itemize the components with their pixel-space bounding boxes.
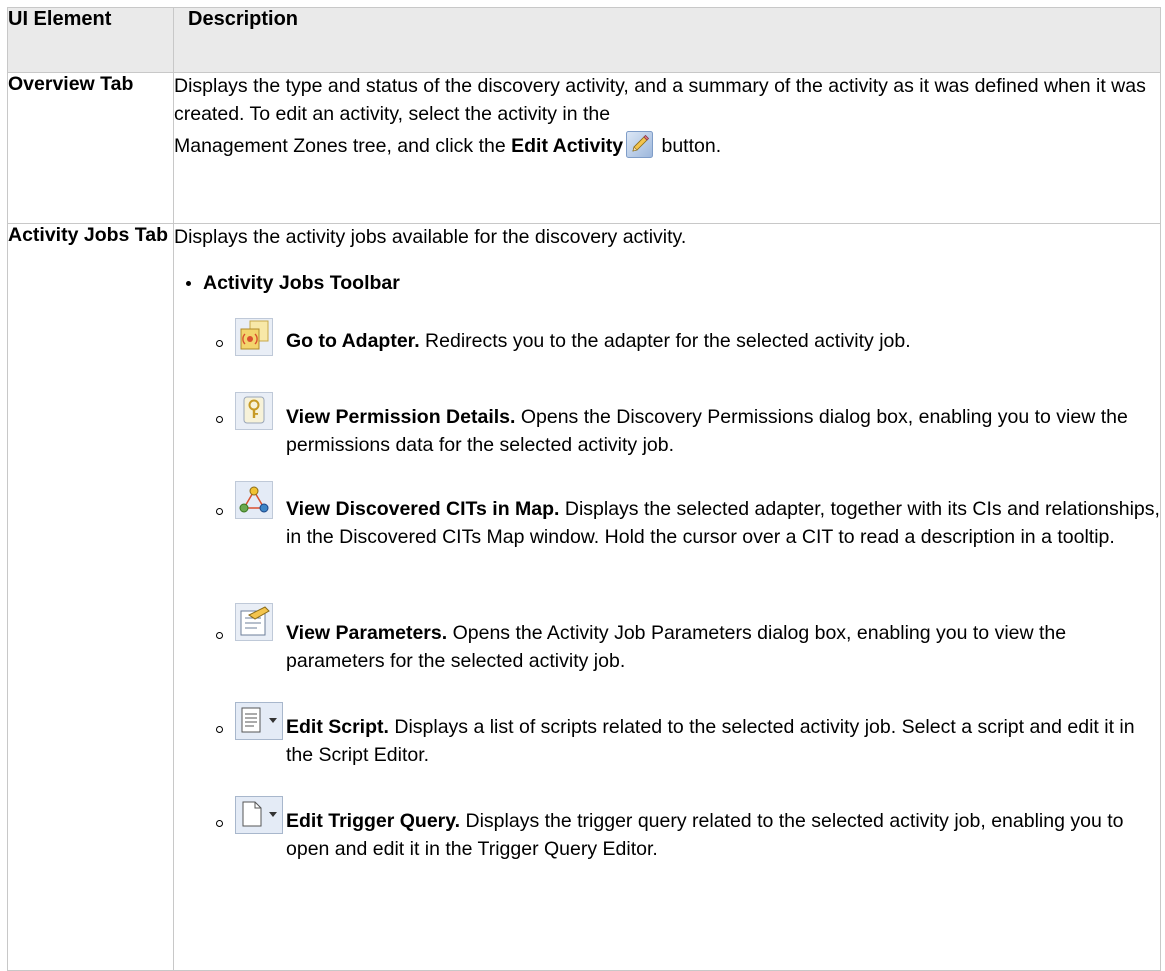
- description-part-1: Displays the type and status of the disc…: [174, 75, 1146, 125]
- view-parameters-icon: [235, 602, 273, 641]
- view-discovered-cits-title: View Discovered CITs in Map.: [286, 497, 560, 520]
- row-description: Displays the activity jobs available for…: [173, 223, 1161, 971]
- list-circle: [216, 631, 223, 639]
- description-text-2: Management Zones tree, and click the Edi…: [174, 131, 1160, 161]
- list-circle: [216, 819, 223, 827]
- pencil-icon: [626, 131, 654, 158]
- row-name-activity-jobs-tab: Activity Jobs Tab: [7, 223, 174, 971]
- header-description: Description: [173, 7, 1161, 73]
- go-to-adapter-title: Go to Adapter.: [286, 329, 420, 352]
- list-circle: [216, 507, 223, 515]
- view-permission-details-title: View Permission Details.: [286, 405, 516, 428]
- edit-script-text: Displays a list of scripts related to th…: [286, 715, 1135, 766]
- list-circle: [216, 339, 223, 347]
- list-item: View Parameters. Opens the Activity Job …: [174, 602, 1160, 681]
- list-circle: [216, 415, 223, 423]
- view-discovered-cits-map-icon: [235, 480, 273, 519]
- table-row: Activity Jobs Tab Displays the activity …: [7, 223, 1161, 971]
- list-circle: [216, 725, 223, 733]
- list-item: Go to Adapter. Redirects you to the adap…: [174, 317, 1160, 375]
- bullet-activity-jobs-toolbar: Activity Jobs Toolbar: [186, 269, 1160, 299]
- go-to-adapter-icon: [235, 317, 273, 356]
- edit-trigger-query-icon: [235, 795, 283, 834]
- list-item: Edit Script. Displays a list of scripts …: [174, 701, 1160, 775]
- list-item: View Discovered CITs in Map. Displays th…: [174, 480, 1160, 587]
- list-item: Edit Trigger Query. Displays the trigger…: [174, 795, 1160, 869]
- ui-element-table: UI Element Description Overview Tab Disp…: [7, 7, 1161, 971]
- edit-script-title: Edit Script.: [286, 715, 389, 738]
- edit-trigger-query-title: Edit Trigger Query.: [286, 809, 461, 832]
- bullet-dot: [186, 281, 191, 286]
- bullet-label: Activity Jobs Toolbar: [203, 271, 400, 294]
- view-permission-details-icon: [235, 391, 273, 430]
- go-to-adapter-text: Redirects you to the adapter for the sel…: [419, 329, 911, 352]
- header-ui-element: UI Element: [7, 7, 174, 73]
- table-header-row: UI Element Description: [7, 7, 1161, 73]
- description-part-2: Management Zones tree, and click the: [174, 135, 512, 157]
- edit-activity-label: Edit Activity: [511, 135, 624, 157]
- intro-text: Displays the activity jobs available for…: [174, 226, 687, 248]
- edit-script-icon: [235, 701, 283, 740]
- description-text: Displays the type and status of the disc…: [174, 73, 1160, 128]
- table-row: Overview Tab Displays the type and statu…: [7, 72, 1161, 224]
- view-parameters-title: View Parameters.: [286, 621, 448, 644]
- list-item: View Permission Details. Opens the Disco…: [174, 391, 1160, 465]
- row-name-overview-tab: Overview Tab: [7, 72, 174, 224]
- row-description: Displays the type and status of the disc…: [173, 72, 1161, 224]
- description-part-3: button.: [656, 135, 722, 157]
